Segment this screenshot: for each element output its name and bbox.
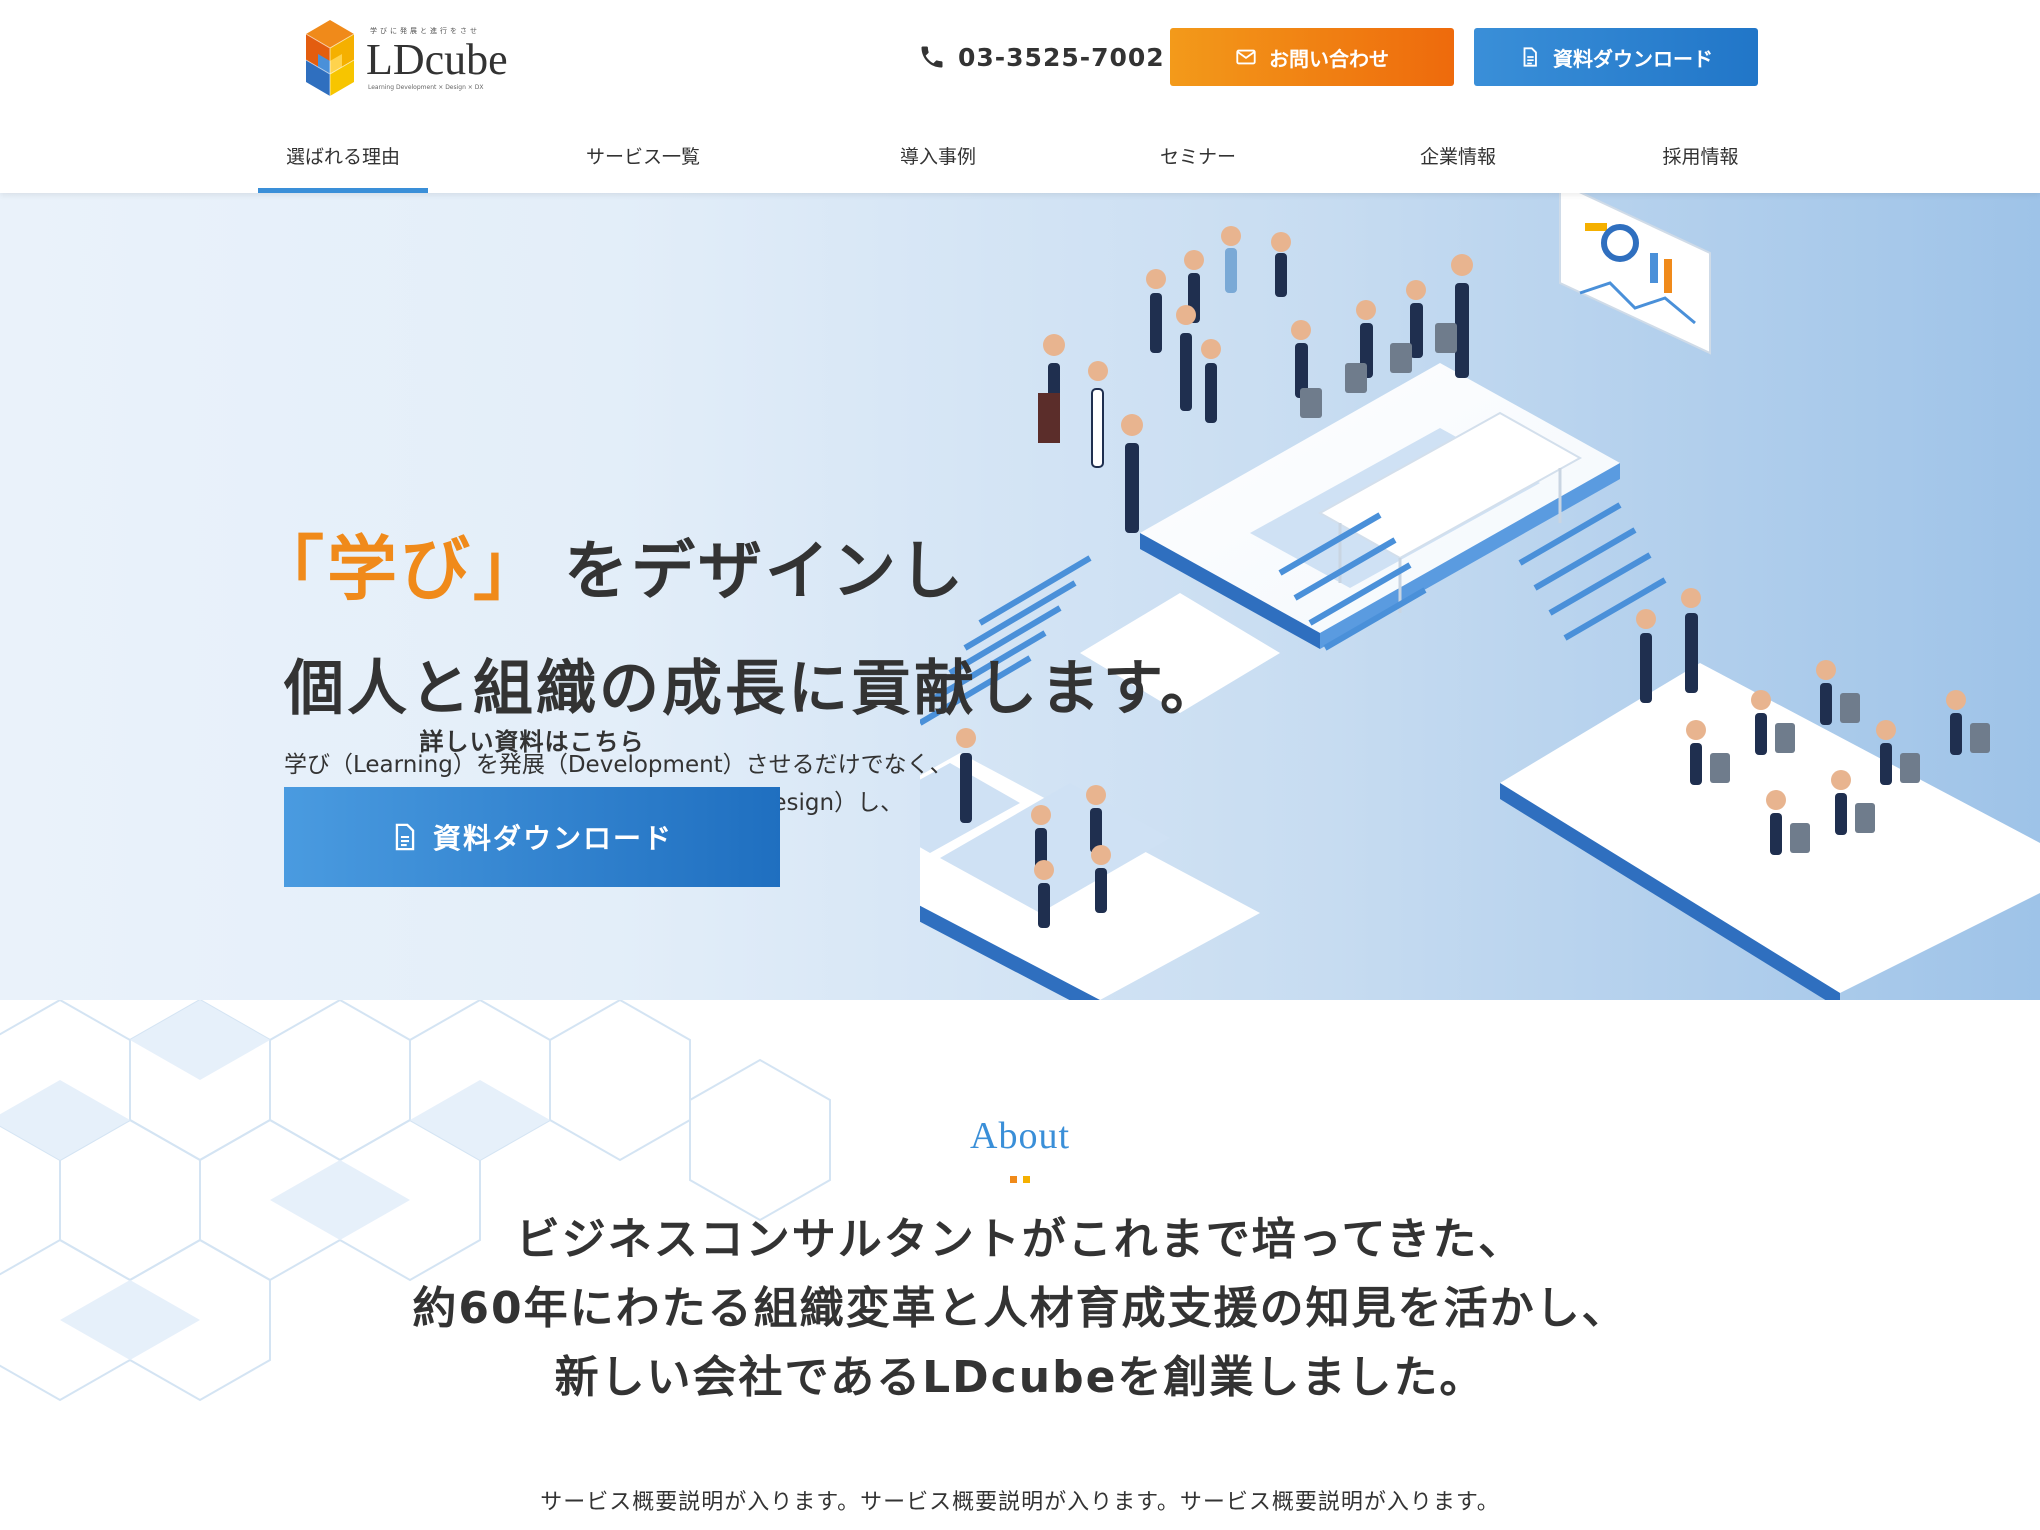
download-button-label: 資料ダウンロード — [1553, 46, 1713, 71]
hero-heading-line2: 個人と組織の成長に貢献します。 — [284, 654, 1223, 724]
nav-item-services[interactable]: サービス一覧 — [558, 118, 728, 193]
phone-number: 03-3525-7002 — [958, 42, 1165, 72]
about-title-dots — [1010, 1176, 1032, 1183]
about-lead: ビジネスコンサルタントがこれまで培ってきた、 約60年にわたる組織変革と人材育成… — [0, 1205, 2040, 1412]
hero-heading: 「学び」 をデザインし 個人と組織の成長に貢献します。 — [254, 513, 1244, 727]
contact-button-label: お問い合わせ — [1269, 46, 1389, 71]
hero-download-button[interactable]: 資料ダウンロード — [284, 787, 780, 887]
nav-item-cases[interactable]: 導入事例 — [863, 118, 1013, 193]
about-lead-line: ビジネスコンサルタントがこれまで培ってきた、 — [515, 1214, 1525, 1265]
logo-text: 学びに発展と進行をさせ LDcube Learning Development … — [366, 26, 508, 91]
logo-subtitle: Learning Development × Design × DX — [368, 83, 484, 91]
hero-section: 「学び」 をデザインし 個人と組織の成長に貢献します。 学び（Learning）… — [0, 193, 2040, 1000]
hero-cta-label: 詳しい資料はこちら — [419, 728, 645, 756]
about-description: サービス概要説明が入ります。サービス概要説明が入ります。サービス概要説明が入りま… — [540, 1490, 1500, 1515]
hero-heading-line1-rest: をデザインし — [564, 535, 966, 609]
hero-emphasis: 「学び」 — [254, 528, 546, 610]
hero-download-button-label: 資料ダウンロード — [432, 822, 673, 855]
nav-item-label: 企業情報 — [1419, 146, 1496, 168]
nav-item-label: サービス一覧 — [585, 146, 700, 168]
logo-name: LDcube — [366, 34, 508, 84]
about-lead-line: 新しい会社であるLDcubeを創業しました。 — [554, 1352, 1486, 1403]
about-section: About ビジネスコンサルタントがこれまで培ってきた、 約60年にわたる組織変… — [0, 1000, 2040, 1530]
hero-heading-line1: 「学び」 をデザインし — [254, 513, 1244, 614]
nav-item-label: 採用情報 — [1662, 146, 1739, 168]
nav-item-company[interactable]: 企業情報 — [1383, 118, 1533, 193]
about-lead-line: 約60年にわたる組織変革と人材育成支援の知見を活かし、 — [412, 1283, 1628, 1334]
logo-tagline: 学びに発展と進行をさせ — [370, 26, 480, 35]
document-icon — [1523, 47, 1537, 67]
nav-item-label: 選ばれる理由 — [285, 146, 400, 168]
document-icon — [395, 823, 415, 851]
main-navigation: 選ばれる理由 サービス一覧 導入事例 セミナー 企業情報 採用情報 — [258, 118, 1758, 193]
logo[interactable]: 学びに発展と進行をさせ LDcube Learning Development … — [302, 18, 532, 98]
about-title: About — [970, 1115, 1070, 1157]
nav-item-reasons[interactable]: 選ばれる理由 — [258, 118, 428, 193]
contact-button[interactable]: お問い合わせ — [1170, 28, 1454, 86]
logo-cube-icon — [305, 20, 355, 96]
mail-icon — [1236, 49, 1256, 65]
download-button[interactable]: 資料ダウンロード — [1474, 28, 1758, 86]
phone-icon — [921, 46, 943, 68]
phone-contact[interactable]: 03-3525-7002 — [918, 40, 1165, 74]
nav-item-seminars[interactable]: セミナー — [1123, 118, 1273, 193]
site-header: 学びに発展と進行をさせ LDcube Learning Development … — [0, 0, 2040, 193]
nav-item-label: セミナー — [1159, 146, 1236, 168]
nav-item-label: 導入事例 — [899, 146, 976, 168]
nav-item-recruit[interactable]: 採用情報 — [1643, 118, 1758, 193]
